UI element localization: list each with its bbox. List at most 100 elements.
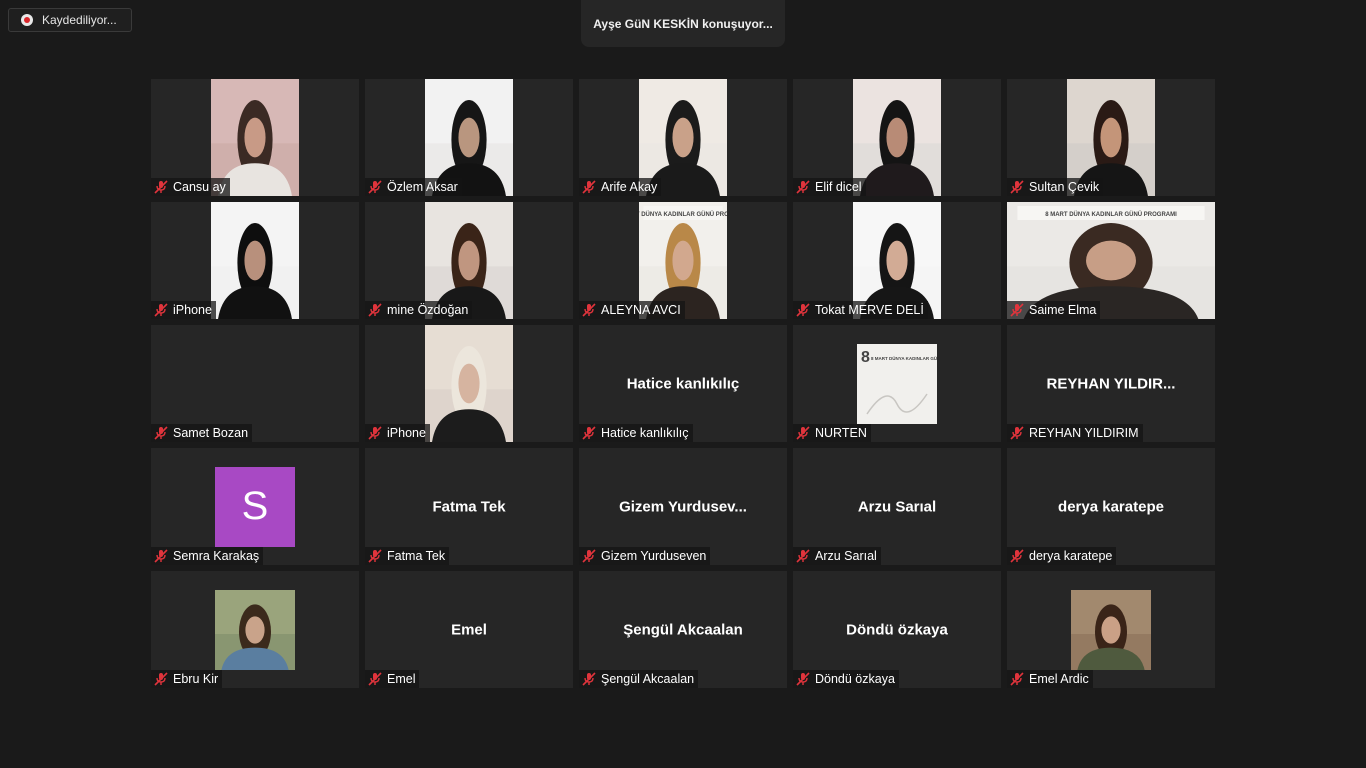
- svg-text:8: 8: [861, 349, 870, 366]
- participant-tile[interactable]: Samet Bozan: [151, 325, 359, 442]
- mic-muted-icon: [154, 180, 168, 194]
- participant-name: Hatice kanlıkılıç: [601, 426, 689, 440]
- participant-tile[interactable]: Elif dicel: [793, 79, 1001, 196]
- mic-muted-icon: [154, 549, 168, 563]
- mic-muted-icon: [1010, 426, 1024, 440]
- participant-name-label: Emel: [365, 670, 420, 688]
- participant-tile[interactable]: 88 MART DÜNYA KADINLAR GÜNÜ PROGRAMI NURT…: [793, 325, 1001, 442]
- participant-name: iPhone: [387, 426, 426, 440]
- profile-photo: [1071, 589, 1151, 670]
- mic-muted-icon: [582, 303, 596, 317]
- participant-video: [425, 325, 513, 442]
- participant-display-name: REYHAN YILDIR...: [1046, 375, 1176, 392]
- recording-label: Kaydediliyor...: [42, 13, 117, 27]
- participant-display-name: Şengül Akcaalan: [623, 621, 743, 638]
- participant-name: Semra Karakaş: [173, 549, 260, 563]
- participant-name-label: REYHAN YILDIRIM: [1007, 424, 1143, 442]
- participant-tile[interactable]: Sultan Çevik: [1007, 79, 1215, 196]
- mic-muted-icon: [154, 426, 168, 440]
- participant-name: Emel: [387, 672, 416, 686]
- participant-name: Saime Elma: [1029, 303, 1097, 317]
- participant-name-label: iPhone: [151, 301, 216, 319]
- participant-name: Ebru Kir: [173, 672, 219, 686]
- mic-muted-icon: [796, 180, 810, 194]
- mic-muted-icon: [796, 549, 810, 563]
- participant-name-label: Tokat MERVE DELİ: [793, 301, 928, 319]
- mic-muted-icon: [1010, 180, 1024, 194]
- participant-tile[interactable]: Cansu ay: [151, 79, 359, 196]
- participant-name-label: Fatma Tek: [365, 547, 450, 565]
- participant-tile[interactable]: Emel Ardic: [1007, 571, 1215, 688]
- participant-tile[interactable]: Şengül Akcaalan Şengül Akcaalan: [579, 571, 787, 688]
- participant-name-label: derya karatepe: [1007, 547, 1117, 565]
- participant-name: Samet Bozan: [173, 426, 249, 440]
- participant-name-label: Arife Akay: [579, 178, 662, 196]
- participant-name: Cansu ay: [173, 180, 226, 194]
- mic-muted-icon: [1010, 672, 1024, 686]
- participant-name-label: Cansu ay: [151, 178, 230, 196]
- participant-tile[interactable]: Özlem Aksar: [365, 79, 573, 196]
- participant-tile[interactable]: Döndü özkaya Döndü özkaya: [793, 571, 1001, 688]
- participant-tile[interactable]: derya karatepe derya karatepe: [1007, 448, 1215, 565]
- participant-name-label: Ebru Kir: [151, 670, 223, 688]
- mic-muted-icon: [368, 672, 382, 686]
- participant-name-label: Şengül Akcaalan: [579, 670, 699, 688]
- mic-muted-icon: [368, 549, 382, 563]
- record-icon: [21, 14, 33, 26]
- participant-name: Döndü özkaya: [815, 672, 895, 686]
- svg-text:8 MART DÜNYA KADINLAR GÜNÜ PRO: 8 MART DÜNYA KADINLAR GÜNÜ PROGRAMI: [1045, 211, 1177, 218]
- participant-name-label: Gizem Yurduseven: [579, 547, 711, 565]
- participant-name-label: Samet Bozan: [151, 424, 253, 442]
- participant-name-label: NURTEN: [793, 424, 871, 442]
- mic-muted-icon: [582, 180, 596, 194]
- mic-muted-icon: [154, 303, 168, 317]
- mic-muted-icon: [796, 303, 810, 317]
- mic-muted-icon: [796, 672, 810, 686]
- active-speaker-banner: Ayşe GüN KESKİN konuşuyor...: [581, 0, 785, 47]
- mic-muted-icon: [154, 672, 168, 686]
- participant-tile[interactable]: Hatice kanlıkılıç Hatice kanlıkılıç: [579, 325, 787, 442]
- active-speaker-text: Ayşe GüN KESKİN konuşuyor...: [593, 16, 773, 31]
- participant-tile[interactable]: 8 MART DÜNYA KADINLAR GÜNÜ PROGRAMI ALEYN…: [579, 202, 787, 319]
- participant-name-label: mine Özdoğan: [365, 301, 473, 319]
- participant-name: Arzu Sarıal: [815, 549, 877, 563]
- participant-name: Özlem Aksar: [387, 180, 458, 194]
- participant-tile[interactable]: Arzu Sarıal Arzu Sarıal: [793, 448, 1001, 565]
- participant-name: Emel Ardic: [1029, 672, 1089, 686]
- participant-tile[interactable]: mine Özdoğan: [365, 202, 573, 319]
- participant-name: NURTEN: [815, 426, 867, 440]
- participant-name: Gizem Yurduseven: [601, 549, 707, 563]
- participant-display-name: Hatice kanlıkılıç: [626, 375, 740, 392]
- participant-name-label: Sultan Çevik: [1007, 178, 1104, 196]
- mic-muted-icon: [1010, 303, 1024, 317]
- mic-muted-icon: [368, 180, 382, 194]
- participant-tile[interactable]: 8 MART DÜNYA KADINLAR GÜNÜ PROGRAMI Saime…: [1007, 202, 1215, 319]
- participant-name-label: Döndü özkaya: [793, 670, 899, 688]
- participant-display-name: derya karatepe: [1058, 498, 1164, 515]
- participant-name-label: Semra Karakaş: [151, 547, 264, 565]
- participant-name: Tokat MERVE DELİ: [815, 303, 924, 317]
- participant-tile[interactable]: iPhone: [151, 202, 359, 319]
- participant-name: Arife Akay: [601, 180, 658, 194]
- participant-tile[interactable]: REYHAN YILDIR... REYHAN YILDIRIM: [1007, 325, 1215, 442]
- participant-name-label: Elif dicel: [793, 178, 866, 196]
- participant-display-name: Emel: [451, 621, 487, 638]
- participant-name-label: Özlem Aksar: [365, 178, 462, 196]
- profile-photo: [215, 589, 295, 670]
- mic-muted-icon: [582, 672, 596, 686]
- participant-tile[interactable]: Gizem Yurdusev... Gizem Yurduseven: [579, 448, 787, 565]
- participant-tile[interactable]: Ebru Kir: [151, 571, 359, 688]
- participant-tile[interactable]: Emel Emel: [365, 571, 573, 688]
- participant-display-name: Arzu Sarıal: [857, 498, 937, 515]
- participant-name: derya karatepe: [1029, 549, 1113, 563]
- participant-display-name: Döndü özkaya: [846, 621, 948, 638]
- avatar-initial: S: [215, 466, 295, 547]
- mic-muted-icon: [582, 549, 596, 563]
- participant-tile[interactable]: Tokat MERVE DELİ: [793, 202, 1001, 319]
- participant-tile[interactable]: S Semra Karakaş: [151, 448, 359, 565]
- recording-indicator[interactable]: Kaydediliyor...: [8, 8, 132, 32]
- participant-tile[interactable]: iPhone: [365, 325, 573, 442]
- participant-name: iPhone: [173, 303, 212, 317]
- participant-tile[interactable]: Arife Akay: [579, 79, 787, 196]
- participant-tile[interactable]: Fatma Tek Fatma Tek: [365, 448, 573, 565]
